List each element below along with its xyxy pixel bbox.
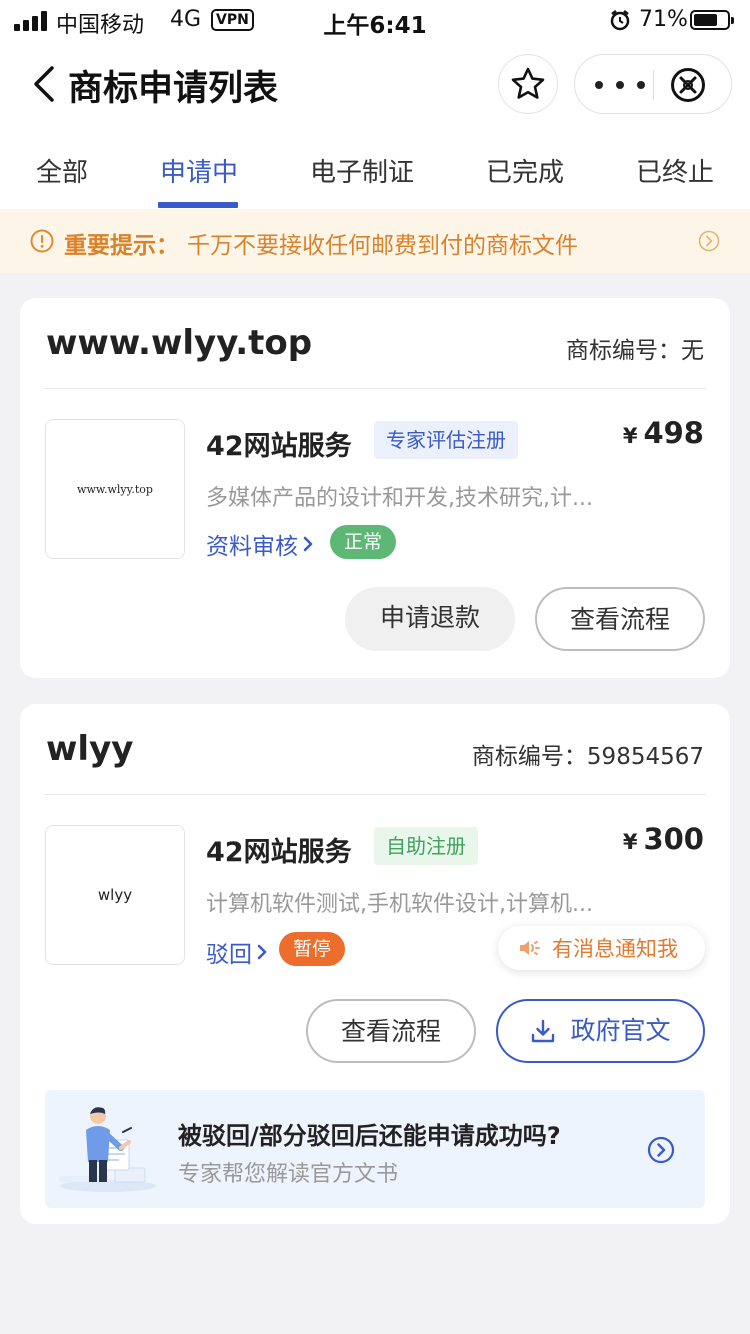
trademark-number: 商标编号：无: [566, 338, 704, 364]
goods-description: 计算机软件测试,手机软件设计,计算机...: [206, 892, 593, 917]
page-title: 商标申请列表: [68, 69, 279, 109]
service-class: 42网站服务: [206, 431, 352, 462]
alarm-icon: [610, 10, 630, 31]
trademark-number: 商标编号：59854567: [471, 744, 704, 770]
progress-link[interactable]: 驳回: [206, 935, 268, 969]
download-icon: [532, 1019, 555, 1043]
view-process-button[interactable]: 查看流程: [535, 587, 705, 651]
chevron-right-icon: [303, 536, 313, 552]
consultant-illustration: [59, 1107, 156, 1192]
speaker-icon: [520, 941, 540, 955]
progress-label: 驳回: [206, 942, 252, 968]
banner-subtitle: 专家帮您解读官方文书: [178, 1162, 399, 1187]
progress-label: 资料审核: [206, 534, 298, 560]
active-tab-indicator: [158, 202, 238, 208]
star-icon: [511, 67, 545, 99]
chevron-right-icon: [257, 944, 267, 960]
trademark-card[interactable]: www.wlyy.top 商标编号：无 www.wlyy.top 42网站服务 …: [20, 298, 730, 678]
rejection-help-banner[interactable]: 被驳回/部分驳回后还能申请成功吗? 专家帮您解读官方文书: [45, 1090, 705, 1208]
status-pill: 暂停: [279, 932, 346, 966]
service-type-tag: 自助注册: [374, 827, 478, 865]
tab-terminated[interactable]: 已终止: [636, 152, 714, 189]
warning-icon: [30, 229, 54, 253]
goods-description: 多媒体产品的设计和开发,技术研究,计...: [206, 486, 593, 511]
chevron-right-circle-icon[interactable]: [647, 1136, 675, 1164]
tab-completed[interactable]: 已完成: [486, 152, 564, 189]
refund-button[interactable]: 申请退款: [345, 587, 515, 651]
official-document-label: 政府官文: [570, 1016, 671, 1045]
more-icon[interactable]: [595, 71, 645, 99]
status-tabs: 全部 申请中 电子制证 已完成 已终止: [0, 128, 750, 209]
trademark-image[interactable]: www.wlyy.top: [45, 419, 185, 559]
official-document-button[interactable]: 政府官文: [496, 999, 705, 1063]
service-class: 42网站服务: [206, 837, 352, 868]
status-time: 上午6:41: [323, 13, 427, 39]
tab-all[interactable]: 全部: [36, 152, 88, 189]
trademark-name: www.wlyy.top: [46, 323, 313, 363]
notify-me-button[interactable]: 有消息通知我: [498, 926, 705, 970]
price: ¥498: [622, 416, 704, 450]
price: ¥300: [622, 822, 704, 856]
tab-applying[interactable]: 申请中: [160, 152, 238, 189]
close-icon[interactable]: [670, 67, 706, 103]
service-type-tag: 专家评估注册: [374, 421, 518, 459]
banner-question: 被驳回/部分驳回后还能申请成功吗?: [178, 1122, 561, 1150]
chevron-right-circle-icon: [698, 230, 720, 252]
mini-program-capsule: [574, 54, 732, 114]
trademark-name: wlyy: [46, 729, 134, 769]
view-process-button[interactable]: 查看流程: [306, 999, 476, 1063]
battery-icon: [690, 10, 734, 30]
favorite-button[interactable]: [498, 54, 558, 114]
important-notice[interactable]: 重要提示： 千万不要接收任何邮费到付的商标文件: [0, 209, 750, 273]
status-bar: 中国移动 4G VPN 上午6:41 71%: [0, 0, 750, 40]
capsule-divider: [653, 70, 654, 100]
card-divider: [44, 388, 706, 389]
card-divider: [44, 794, 706, 795]
notice-text: 千万不要接收任何邮费到付的商标文件: [187, 233, 578, 259]
progress-link[interactable]: 资料审核: [206, 527, 314, 561]
notice-label: 重要提示：: [64, 233, 179, 259]
back-arrow-icon[interactable]: [30, 64, 60, 104]
nav-bar: 商标申请列表: [0, 40, 750, 128]
trademark-image[interactable]: wlyy: [45, 825, 185, 965]
tab-e-certificate[interactable]: 电子制证: [310, 152, 414, 189]
status-pill: 正常: [330, 525, 397, 559]
notify-label: 有消息通知我: [552, 937, 678, 961]
trademark-card[interactable]: wlyy 商标编号：59854567 wlyy 42网站服务 自助注册 ¥300…: [20, 704, 730, 1224]
battery-percent: 71%: [639, 7, 688, 32]
